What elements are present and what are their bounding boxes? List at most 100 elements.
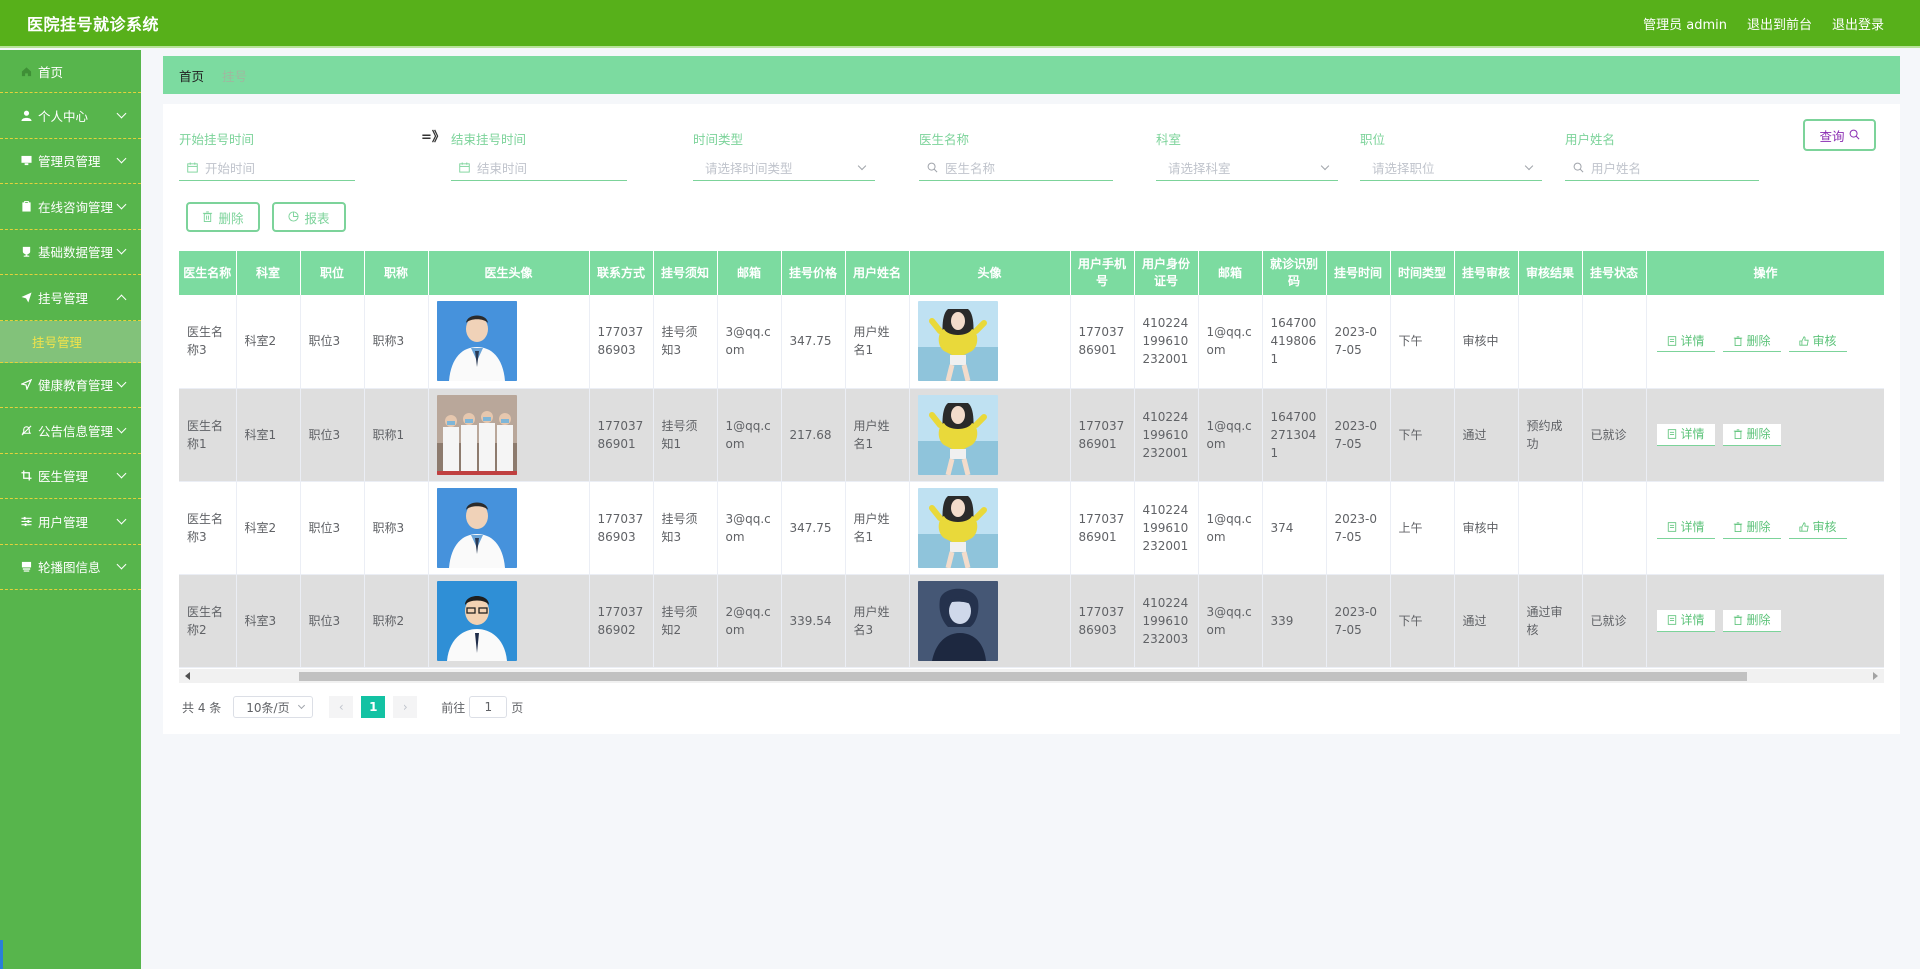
table-cell-email: 1@qq.com	[717, 388, 782, 482]
sidebar-subitem-registration[interactable]: 挂号管理	[0, 320, 141, 363]
column-header: 职称	[364, 251, 429, 295]
table-row[interactable]: 医生名称3 科室2 职位3 职称3 17703786903 挂号须知3 3@qq.com 34…	[179, 295, 1884, 389]
user-icon	[20, 109, 32, 121]
row-delete-button[interactable]: 删除	[1722, 516, 1781, 539]
breadcrumb-home[interactable]: 首页	[179, 66, 204, 85]
goto-page-input[interactable]	[469, 696, 508, 718]
thumbs-up-icon	[1798, 522, 1809, 532]
end-date-input[interactable]: 结束时间	[451, 155, 627, 181]
front-link[interactable]: 退出到前台	[1747, 14, 1812, 33]
sidebar-item-registration[interactable]: 挂号管理	[0, 275, 141, 321]
row-review-button[interactable]: 审核	[1788, 516, 1847, 539]
query-button[interactable]: 查询	[1803, 119, 1876, 151]
table-cell-title: 职称3	[364, 295, 429, 389]
table-row[interactable]: 医生名称3 科室2 职位3 职称3 17703786903 挂号须知3 3@qq.com 34…	[179, 481, 1884, 575]
row-detail-button[interactable]: 详情	[1656, 516, 1715, 539]
table-cell-status	[1582, 481, 1647, 575]
table-cell-phone: 17703786901	[589, 388, 654, 482]
send-icon	[20, 291, 32, 303]
horizontal-scrollbar[interactable]	[179, 669, 1884, 683]
filter-start-label: 开始挂号时间	[179, 132, 255, 147]
monitor-icon	[20, 155, 32, 167]
table-cell-time: 2023-07-05	[1326, 295, 1391, 389]
table-cell-phone: 17703786903	[589, 295, 654, 389]
table-cell-status: 已就诊	[1582, 574, 1647, 668]
report-button[interactable]: 报表	[272, 202, 346, 232]
table-cell-result: 通过审核	[1518, 574, 1583, 668]
table-cell-id-no: 410224199610232001	[1134, 295, 1199, 389]
logout-link[interactable]: 退出登录	[1832, 14, 1884, 33]
sidebar-item-health-edu[interactable]: 健康教育管理	[0, 363, 141, 408]
user-name-placeholder: 用户姓名	[1591, 161, 1642, 176]
sidebar-item-notice[interactable]: 公告信息管理	[0, 408, 141, 454]
chevron-down-icon	[298, 701, 306, 710]
sidebar-item-home[interactable]: 首页	[0, 50, 141, 93]
trash-icon	[1733, 522, 1743, 532]
sidebar-item-label: 公告信息管理	[38, 423, 114, 439]
sidebar-item-user[interactable]: 用户管理	[0, 499, 141, 545]
trash-icon	[1733, 615, 1743, 625]
row-detail-button[interactable]: 详情	[1656, 609, 1715, 632]
row-detail-button[interactable]: 详情	[1656, 423, 1715, 446]
table-cell-operations: 详情 删除 审核	[1646, 295, 1884, 389]
row-action-label: 详情	[1680, 333, 1705, 348]
end-date-placeholder: 结束时间	[477, 161, 528, 176]
scrollbar-thumb[interactable]	[299, 672, 1747, 681]
sidebar-item-label: 管理员管理	[38, 154, 101, 170]
scroll-right-arrow-icon[interactable]	[1873, 672, 1878, 680]
scroll-left-arrow-icon[interactable]	[185, 672, 190, 680]
next-page-button[interactable]: ›	[393, 696, 418, 718]
column-header: 挂号状态	[1582, 251, 1647, 295]
batch-delete-button[interactable]: 删除	[186, 202, 260, 232]
filter-time-type-label: 时间类型	[693, 132, 744, 147]
table-cell-user-phone: 17703786901	[1070, 388, 1135, 482]
table-cell-email: 2@qq.com	[717, 574, 782, 668]
table-cell-status	[1582, 295, 1647, 389]
table-row[interactable]: 医生名称1 科室1 职位3 职称1 17703786901 挂号须知1 1@qq.com 21…	[179, 388, 1884, 482]
page-number-current[interactable]: 1	[361, 696, 386, 718]
pagination: 共 4 条 10条/页 ‹ 1 › 前往 页	[182, 696, 523, 718]
prev-page-button[interactable]: ‹	[329, 696, 354, 718]
registration-table: 医生名称 科室 职位 职称 医生头像 联系方式 挂号须知 邮箱 挂号价格 用户姓名 头像 用户手机号用…	[179, 251, 1884, 683]
table-cell-operations: 详情 删除	[1646, 574, 1884, 668]
table-cell-position: 职位3	[300, 295, 365, 389]
row-delete-button[interactable]: 删除	[1722, 330, 1781, 353]
sidebar-item-basic-data[interactable]: 基础数据管理	[0, 230, 141, 275]
chevron-down-icon	[116, 423, 127, 434]
dept-select[interactable]: 请选择科室	[1156, 155, 1338, 181]
table-cell-time-type: 下午	[1390, 388, 1455, 482]
row-action-label: 审核	[1812, 520, 1837, 534]
sidebar-item-profile[interactable]: 个人中心	[0, 93, 141, 139]
row-review-button[interactable]: 审核	[1788, 330, 1847, 353]
row-delete-button[interactable]: 删除	[1722, 609, 1781, 632]
table-cell-user-email: 1@qq.com	[1198, 481, 1263, 575]
position-select[interactable]: 请选择职位	[1360, 155, 1542, 181]
page-size-select[interactable]: 10条/页	[233, 696, 314, 718]
time-type-select[interactable]: 请选择时间类型	[693, 155, 875, 181]
table-cell-notice: 挂号须知3	[653, 481, 718, 575]
sidebar-item-label: 在线咨询管理	[38, 199, 114, 215]
start-date-input[interactable]: 开始时间	[179, 155, 355, 181]
row-detail-button[interactable]: 详情	[1656, 330, 1715, 353]
sidebar-item-carousel[interactable]: 轮播图信息	[0, 545, 141, 590]
column-header: 用户姓名	[845, 251, 910, 295]
doctor-name-input[interactable]: 医生名称	[919, 155, 1113, 181]
calendar-icon	[187, 161, 199, 174]
sidebar-item-consult[interactable]: 在线咨询管理	[0, 184, 141, 230]
user-name-input[interactable]: 用户姓名	[1565, 155, 1759, 181]
table-body: 医生名称3 科室2 职位3 职称3 17703786903 挂号须知3 3@qq.com 34…	[179, 295, 1884, 668]
table-row[interactable]: 医生名称2 科室3 职位3 职称2 17703786902 挂号须知2 2@qq.com 33…	[179, 574, 1884, 668]
table-cell-doctor: 医生名称3	[179, 295, 237, 389]
row-delete-button[interactable]: 删除	[1722, 423, 1781, 446]
table-cell-notice: 挂号须知3	[653, 295, 718, 389]
chevron-down-icon	[116, 559, 127, 570]
table-cell-position: 职位3	[300, 574, 365, 668]
table-cell-time-type: 下午	[1390, 574, 1455, 668]
admin-label[interactable]: 管理员 admin	[1643, 14, 1727, 33]
table-cell-position: 职位3	[300, 388, 365, 482]
table-cell-user: 用户姓名1	[845, 388, 910, 482]
sidebar-item-doctor[interactable]: 医生管理	[0, 454, 141, 499]
trash-icon	[202, 210, 213, 225]
sidebar-item-admin[interactable]: 管理员管理	[0, 139, 141, 184]
time-type-placeholder: 请选择时间类型	[705, 161, 793, 176]
